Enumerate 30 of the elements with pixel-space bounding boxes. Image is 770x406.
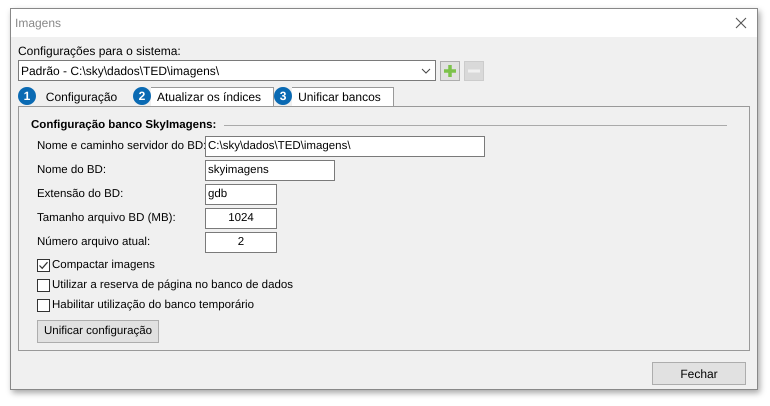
text-field[interactable]: 1024	[205, 208, 277, 229]
tab[interactable]: Atualizar os índices	[151, 87, 274, 106]
close-button[interactable]: Fechar	[652, 362, 746, 385]
text-field[interactable]: 2	[205, 232, 277, 253]
field-label: Configurações para o sistema:	[18, 43, 182, 59]
field-label: Número arquivo atual:	[37, 234, 152, 250]
field-label: Nome e caminho servidor do BD:	[37, 138, 205, 154]
group-title: Configuração banco SkyImagens:	[31, 118, 216, 133]
checkbox[interactable]	[37, 259, 50, 272]
checkbox-label: Habilitar utilização do banco temporário	[52, 298, 254, 314]
checkbox[interactable]	[37, 279, 50, 292]
text-field[interactable]: skyimagens	[205, 160, 335, 181]
checkbox-label: Utilizar a reserva de página no banco de dados	[52, 278, 294, 294]
window-title: Imagens	[15, 15, 62, 32]
checkbox-label: Compactar imagens	[52, 258, 155, 274]
checkbox[interactable]	[37, 299, 50, 312]
plus-icon	[443, 64, 457, 78]
field-label: Nome do BD:	[37, 162, 108, 178]
caret-icon	[421, 68, 431, 74]
system-dropdown[interactable]: Padrão - C:\sky\dados\TED\imagens\	[18, 60, 436, 81]
text-field[interactable]: C:\sky\dados\TED\imagens\	[205, 136, 485, 157]
step-badge: 2	[133, 87, 151, 105]
step-badge: 1	[18, 87, 36, 105]
unify-button[interactable]: Unificar configuração	[37, 320, 160, 344]
field-label: Extensão do BD:	[37, 186, 124, 202]
step-badge: 3	[274, 87, 292, 105]
tab[interactable]: Unificar bancos	[292, 87, 394, 106]
text-field[interactable]: gdb	[205, 184, 277, 205]
field-label: Tamanho arquivo BD (MB):	[37, 210, 177, 226]
close-icon[interactable]	[735, 17, 747, 29]
